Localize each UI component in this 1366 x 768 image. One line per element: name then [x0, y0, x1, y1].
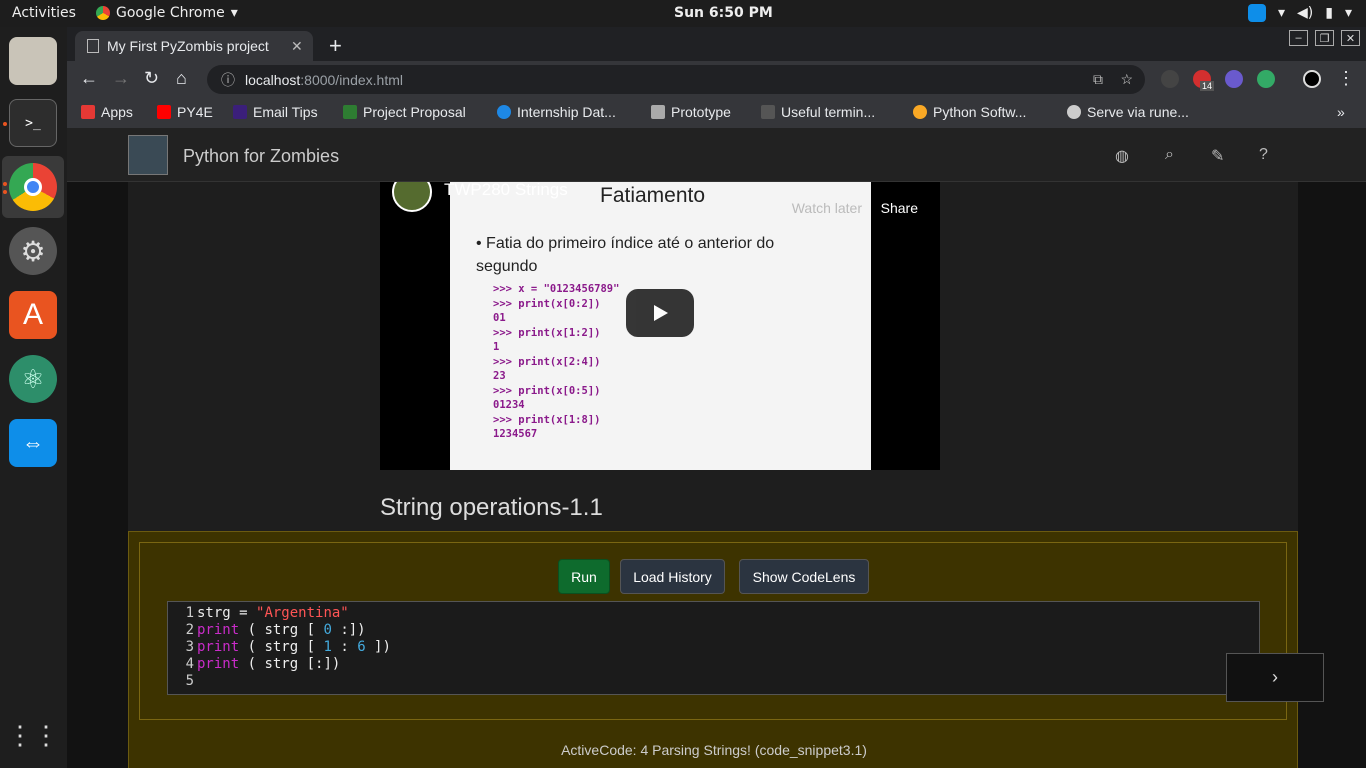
watch-later-button[interactable]: Watch later: [792, 200, 862, 216]
teamviewer-tray-icon[interactable]: [1247, 4, 1266, 22]
web-page: Python for Zombies ◍ ⌕ ✎ ? Fatiamento • …: [67, 128, 1366, 768]
bookmark-email-tips[interactable]: Email Tips: [233, 104, 318, 120]
apps-grid-icon: [81, 105, 95, 119]
extension-icon[interactable]: [1257, 70, 1275, 88]
chevron-down-icon: ▾: [230, 5, 238, 21]
back-button[interactable]: ←: [80, 68, 98, 89]
chrome-dock-icon[interactable]: [9, 163, 57, 211]
activecode-panel: Run Load History Show CodeLens 1 2 3 4 5…: [139, 542, 1287, 720]
share-button[interactable]: Share: [881, 200, 918, 216]
bookmark-apps[interactable]: Apps: [81, 104, 133, 120]
volume-icon: ◀): [1297, 5, 1314, 21]
play-icon: [654, 305, 668, 321]
bookmark-project-proposal[interactable]: Project Proposal: [343, 104, 466, 120]
profile-avatar[interactable]: [1303, 70, 1321, 88]
extension-icon[interactable]: [1225, 70, 1243, 88]
bookmark-favicon: [651, 105, 665, 119]
reload-button[interactable]: ↻: [144, 68, 159, 89]
site-logo[interactable]: [128, 135, 168, 175]
play-button[interactable]: [626, 289, 694, 337]
close-window-button[interactable]: ✕: [1341, 30, 1360, 46]
bookmark-favicon: [343, 105, 357, 119]
youtube-icon: [157, 105, 171, 119]
address-bar[interactable]: ⓘ localhost:8000/index.html ⧉ ☆: [207, 65, 1145, 94]
teamviewer-icon[interactable]: ⇔: [9, 419, 57, 467]
info-icon[interactable]: ⓘ: [221, 70, 235, 90]
minimize-button[interactable]: –: [1289, 30, 1308, 46]
bookmark-py4e[interactable]: PY4E: [157, 104, 213, 120]
bookmarks-bar: Apps PY4E Email Tips Project Proposal In…: [67, 97, 1366, 128]
activecode-container: Run Load History Show CodeLens 1 2 3 4 5…: [128, 531, 1324, 768]
power-menu-icon: ▾: [1344, 5, 1352, 21]
expand-button[interactable]: ›: [1226, 653, 1324, 702]
wifi-icon: ▾: [1277, 5, 1286, 21]
activities-button[interactable]: Activities: [12, 5, 76, 21]
chrome-icon: [96, 6, 110, 20]
clock[interactable]: Sun 6:50 PM: [674, 5, 773, 21]
slide-code: >>> x = "0123456789" >>> print(x[0:2]) 0…: [493, 283, 620, 440]
home-button[interactable]: ⌂: [176, 68, 187, 89]
bookmark-favicon: [497, 105, 511, 119]
video-title[interactable]: TWP280 Strings: [444, 182, 568, 200]
bookmark-serve-via-rune[interactable]: Serve via rune...: [1067, 104, 1189, 120]
site-brand[interactable]: Python for Zombies: [183, 146, 339, 167]
bookmark-prototype[interactable]: Prototype: [651, 104, 731, 120]
section-title: String operations-1.1: [380, 494, 603, 521]
close-tab-icon[interactable]: ✕: [291, 38, 303, 55]
extension-icon[interactable]: [1161, 70, 1179, 88]
more-bookmarks-icon[interactable]: »: [1337, 104, 1345, 120]
app-menu[interactable]: Google Chrome ▾: [96, 5, 238, 21]
search-icon[interactable]: ⌕: [1165, 146, 1174, 164]
tab-title: My First PyZombis project: [107, 38, 269, 54]
activecode-caption: ActiveCode: 4 Parsing Strings! (code_sni…: [561, 742, 867, 758]
battery-icon: ▮: [1325, 5, 1333, 21]
translate-icon[interactable]: ⧉: [1093, 71, 1103, 88]
page-favicon: [87, 39, 99, 53]
youtube-embed[interactable]: Fatiamento • Fatia do primeiro índice at…: [380, 182, 940, 470]
python-icon: [913, 105, 927, 119]
show-codelens-button[interactable]: Show CodeLens: [739, 559, 869, 594]
url-path: :8000/index.html: [300, 71, 403, 88]
dock: >_ ⚙ A ⚛ ⇔ ⋮⋮: [0, 27, 67, 768]
browser-window: My First PyZombis project ✕ + – ❐ ✕ ← → …: [67, 27, 1366, 128]
atom-icon[interactable]: ⚛: [9, 355, 57, 403]
run-button[interactable]: Run: [558, 559, 610, 594]
code-lines[interactable]: strg = "Argentina" print ( strg [ 0 :]) …: [197, 605, 391, 673]
chrome-menu-icon[interactable]: ⋮: [1337, 68, 1355, 89]
site-navbar: Python for Zombies ◍ ⌕ ✎ ?: [67, 128, 1366, 182]
browser-tab[interactable]: My First PyZombis project ✕: [75, 31, 313, 61]
globe-icon[interactable]: ◍: [1115, 146, 1129, 166]
github-icon: [1067, 105, 1081, 119]
forward-button[interactable]: →: [112, 68, 130, 89]
bookmark-internship[interactable]: Internship Dat...: [497, 104, 616, 120]
help-icon[interactable]: ?: [1259, 146, 1268, 164]
url-host: localhost: [245, 71, 301, 88]
bookmark-favicon: [761, 105, 775, 119]
code-editor[interactable]: 1 2 3 4 5 strg = "Argentina" print ( str…: [167, 601, 1260, 695]
bookmark-python-software[interactable]: Python Softw...: [913, 104, 1026, 120]
settings-icon[interactable]: ⚙: [9, 227, 57, 275]
bookmark-star-icon[interactable]: ☆: [1120, 71, 1133, 88]
slide-bullet: • Fatia do primeiro índice até o anterio…: [476, 235, 775, 275]
restore-button[interactable]: ❐: [1315, 30, 1334, 46]
channel-avatar[interactable]: [392, 182, 432, 212]
system-tray[interactable]: ▾ ◀) ▮ ▾: [1247, 4, 1352, 22]
pencil-icon[interactable]: ✎: [1211, 146, 1224, 166]
line-numbers: 1 2 3 4 5: [185, 605, 194, 689]
show-apps-icon[interactable]: ⋮⋮: [7, 711, 59, 759]
chevron-right-icon: ›: [1272, 667, 1278, 687]
bookmark-favicon: [233, 105, 247, 119]
slide-heading: Fatiamento: [600, 184, 706, 207]
new-tab-button[interactable]: +: [329, 33, 342, 59]
software-center-icon[interactable]: A: [9, 291, 57, 339]
terminal-icon[interactable]: >_: [9, 99, 57, 147]
bookmark-useful-terminal[interactable]: Useful termin...: [761, 104, 875, 120]
toolbar: ← → ↻ ⌂ ⓘ localhost:8000/index.html ⧉ ☆ …: [67, 61, 1366, 97]
adblock-badge: 14: [1200, 81, 1215, 91]
main-content: Fatiamento • Fatia do primeiro índice at…: [128, 182, 1324, 768]
files-icon[interactable]: [9, 37, 57, 85]
load-history-button[interactable]: Load History: [620, 559, 725, 594]
app-name: Google Chrome: [116, 5, 225, 21]
system-top-bar: Activities Google Chrome ▾ Sun 6:50 PM ▾…: [0, 0, 1366, 27]
